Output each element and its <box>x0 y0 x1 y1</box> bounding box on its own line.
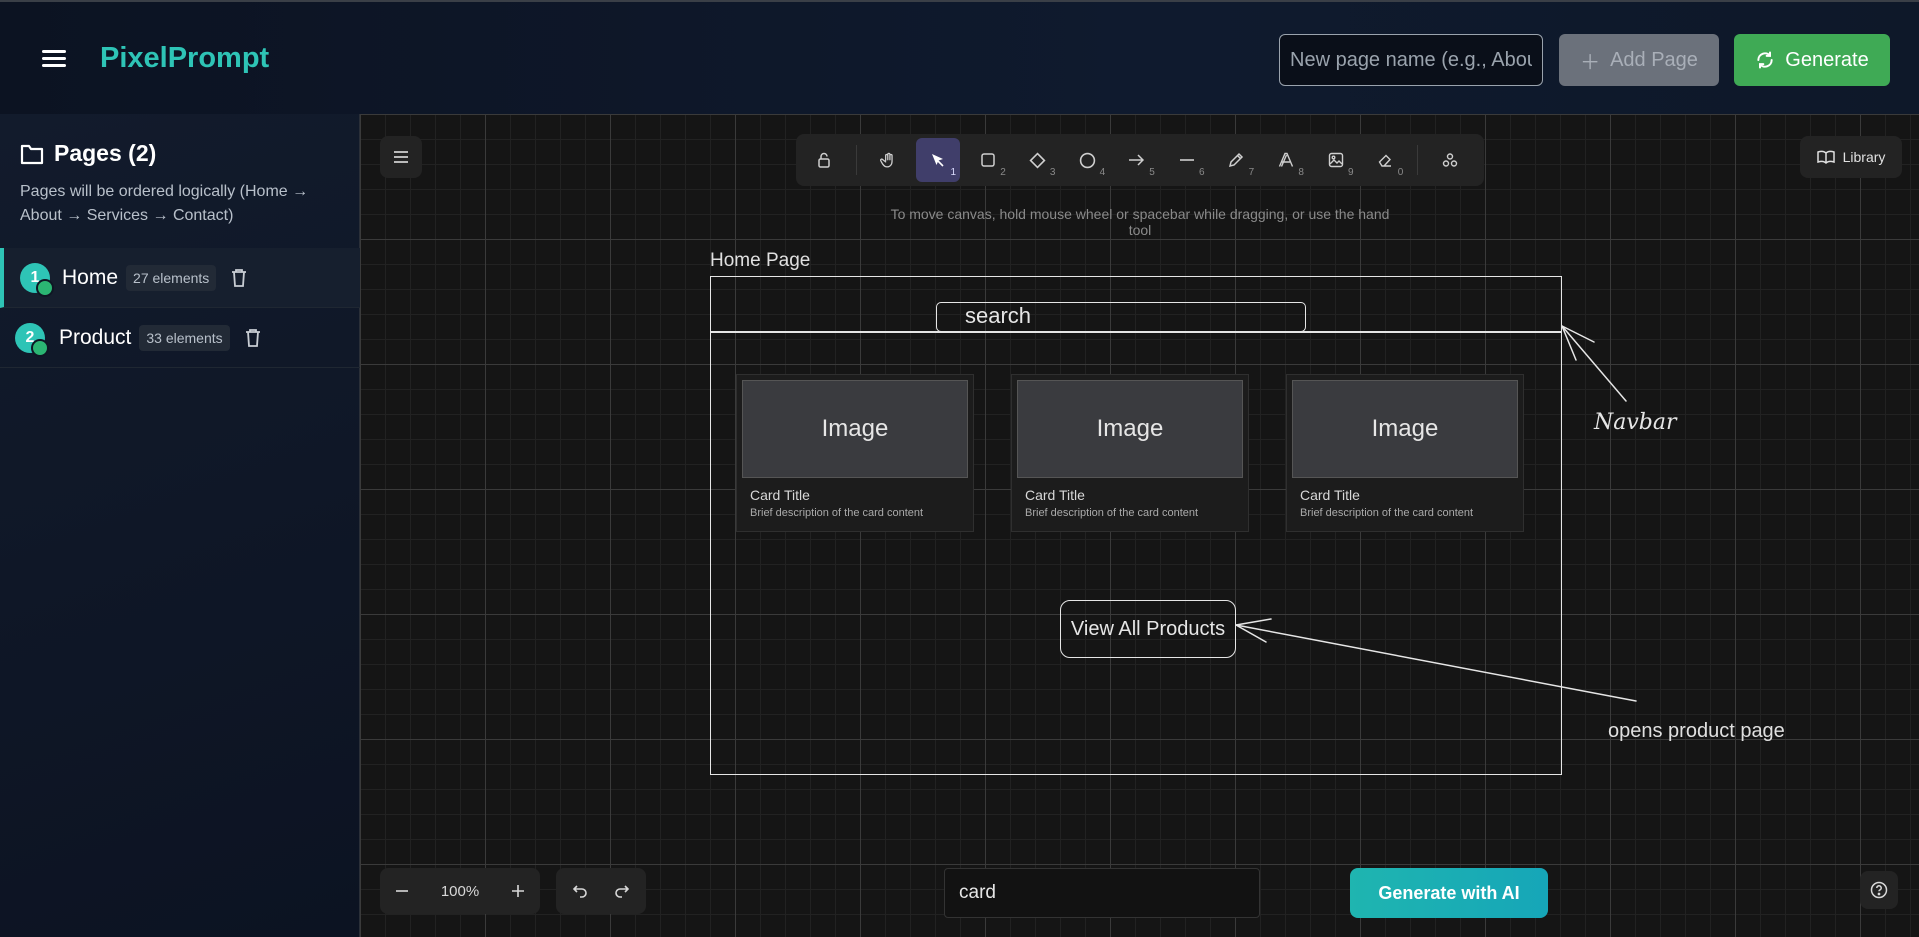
help-button[interactable] <box>1860 871 1898 909</box>
status-dot <box>36 278 54 297</box>
ai-prompt-input[interactable] <box>944 868 1260 918</box>
zoom-in-button[interactable] <box>496 868 540 914</box>
history-controls <box>556 868 646 914</box>
generate-button[interactable]: Generate <box>1734 34 1890 86</box>
trash-icon[interactable] <box>244 328 262 348</box>
add-page-button[interactable]: ＋ Add Page <box>1559 34 1719 86</box>
refresh-icon <box>1757 51 1773 69</box>
plus-icon: ＋ <box>1580 51 1601 74</box>
new-page-name-input[interactable] <box>1279 34 1543 86</box>
plus-icon <box>512 885 524 897</box>
page-number-badge: 1 <box>20 262 54 297</box>
drawing-canvas[interactable]: 1 2 3 4 5 6 7 8 9 0 Library To move canv… <box>360 114 1919 937</box>
page-item-product[interactable]: 2 Product 33 elements <box>0 308 360 368</box>
pages-description: Pages will be ordered logically (Home → … <box>20 183 309 224</box>
redo-icon <box>615 885 630 898</box>
annotation-arrows <box>1235 325 1637 702</box>
element-count-badge: 33 elements <box>139 324 230 351</box>
navbar-annotation[interactable]: Navbar <box>1594 410 1677 435</box>
navbar-arrow <box>1561 325 1627 402</box>
minus-icon <box>396 890 408 892</box>
note-arrow <box>1235 624 1637 702</box>
page-name: Home <box>62 265 119 289</box>
app-header: PixelPrompt ＋ Add Page Generate <box>0 0 1919 114</box>
element-count-badge: 27 elements <box>126 264 217 291</box>
menu-icon[interactable] <box>42 50 66 68</box>
pages-title: Pages (2) <box>54 140 157 166</box>
page-name: Product <box>59 325 132 349</box>
add-page-label: Add Page <box>1610 48 1698 71</box>
redo-button[interactable] <box>602 868 642 914</box>
status-dot <box>31 338 49 357</box>
brand-logo: PixelPrompt <box>100 42 270 74</box>
zoom-level[interactable]: 100% <box>424 868 496 914</box>
undo-icon <box>572 885 587 898</box>
zoom-out-button[interactable] <box>380 868 424 914</box>
undo-button[interactable] <box>560 868 600 914</box>
generate-with-ai-button[interactable]: Generate with AI <box>1350 868 1548 918</box>
page-item-home[interactable]: 1 Home 27 elements <box>0 248 360 308</box>
zoom-controls: 100% <box>380 868 540 914</box>
page-number-badge: 2 <box>15 322 49 357</box>
pages-heading: Pages (2) <box>20 140 156 167</box>
product-page-annotation[interactable]: opens product page <box>1608 720 1785 743</box>
pages-sidebar: Pages (2) Pages will be ordered logicall… <box>0 114 360 937</box>
help-icon <box>1870 881 1888 899</box>
folder-icon <box>20 144 44 164</box>
generate-label: Generate <box>1785 48 1869 71</box>
trash-icon[interactable] <box>230 268 248 288</box>
